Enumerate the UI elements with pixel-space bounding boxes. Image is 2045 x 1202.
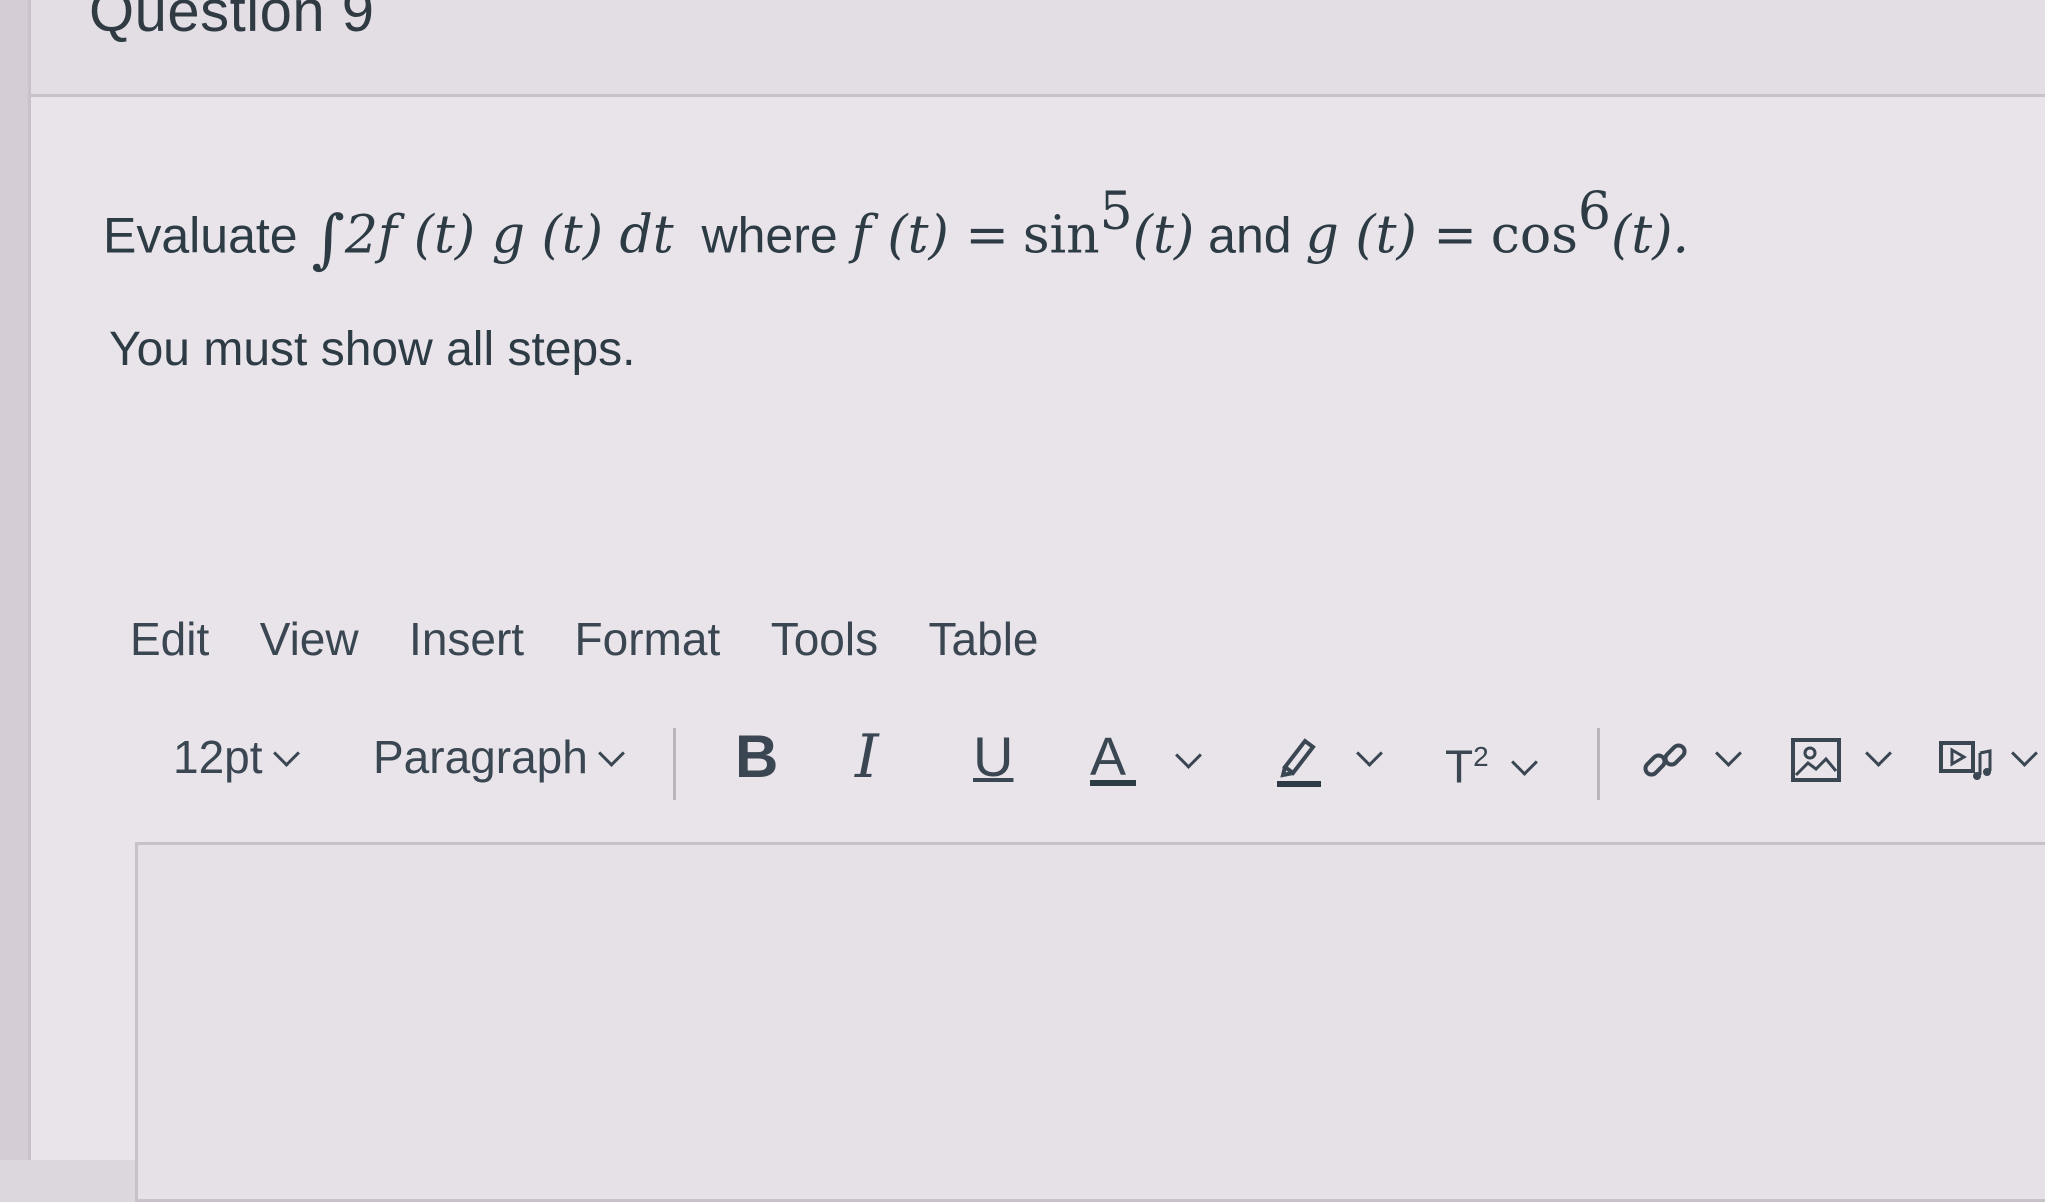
f-definition-lhs: f (t) = xyxy=(851,205,1009,266)
g-argument: (t). xyxy=(1611,205,1690,266)
integral-symbol: ∫ xyxy=(311,202,345,277)
question-title: Question 9 xyxy=(89,0,375,44)
question-header: Question 9 xyxy=(31,0,2045,97)
chevron-down-icon xyxy=(2010,740,2038,767)
left-margin xyxy=(0,0,30,1160)
editor-toolbar: 12pt Paragraph B I U A T2 xyxy=(145,722,2045,802)
menu-table[interactable]: Table xyxy=(929,612,1039,666)
superscript-exp: 2 xyxy=(1473,741,1489,772)
chevron-down-icon xyxy=(1355,740,1383,767)
menu-view[interactable]: View xyxy=(260,612,359,666)
link-button[interactable] xyxy=(1640,722,1760,792)
superscript-button[interactable]: T2 xyxy=(1445,722,1575,792)
media-button[interactable] xyxy=(1938,722,2045,792)
font-color-swatch xyxy=(1090,780,1136,786)
media-icon xyxy=(1939,740,1992,780)
question-instruction: You must show all steps. xyxy=(109,323,636,376)
f-exponent: 5 xyxy=(1099,182,1133,242)
underline-button[interactable]: U xyxy=(973,722,1013,792)
f-argument: (t) xyxy=(1132,205,1195,266)
block-format-select[interactable]: Paragraph xyxy=(373,722,625,792)
g-exponent: 6 xyxy=(1577,182,1612,242)
menu-edit[interactable]: Edit xyxy=(130,612,209,666)
block-format-value: Paragraph xyxy=(373,731,588,783)
highlighter-icon xyxy=(1277,738,1321,787)
bold-button[interactable]: B xyxy=(735,722,778,792)
f-function-name: sin xyxy=(1022,205,1100,266)
prompt-where: where xyxy=(701,207,838,264)
superscript-base: T xyxy=(1445,740,1474,793)
editor-menubar: Edit View Insert Format Tools Table xyxy=(130,612,1085,672)
menu-insert[interactable]: Insert xyxy=(409,612,524,666)
toolbar-divider xyxy=(1597,728,1600,800)
font-size-value: 12pt xyxy=(173,731,263,783)
font-color-button[interactable]: A xyxy=(1090,722,1220,792)
image-icon xyxy=(1791,737,1841,782)
font-size-select[interactable]: 12pt xyxy=(173,722,300,792)
link-icon xyxy=(1643,743,1687,777)
chevron-down-icon xyxy=(1174,742,1202,769)
g-definition-lhs: g (t) = xyxy=(1305,205,1477,266)
menu-format[interactable]: Format xyxy=(575,612,721,666)
italic-button[interactable]: I xyxy=(855,722,879,792)
chevron-down-icon xyxy=(1714,740,1742,767)
integrand: 2f (t) g (t) dt xyxy=(344,205,674,266)
chevron-down-icon xyxy=(1511,749,1539,777)
toolbar-divider xyxy=(673,728,676,800)
chevron-down-icon xyxy=(597,740,625,767)
answer-editor-textarea[interactable] xyxy=(135,842,2045,1202)
chevron-down-icon xyxy=(272,740,300,767)
image-button[interactable] xyxy=(1790,722,1910,792)
prompt-lead: Evaluate xyxy=(103,207,298,264)
menu-tools[interactable]: Tools xyxy=(771,612,878,666)
font-color-label: A xyxy=(1090,727,1127,787)
g-function-name: cos xyxy=(1490,205,1578,266)
prompt-and: and xyxy=(1208,207,1292,264)
question-prompt: Evaluate ∫2f (t) g (t) dt where f (t) = … xyxy=(103,182,1690,277)
highlight-color-button[interactable] xyxy=(1275,722,1405,792)
chevron-down-icon xyxy=(1864,740,1892,767)
